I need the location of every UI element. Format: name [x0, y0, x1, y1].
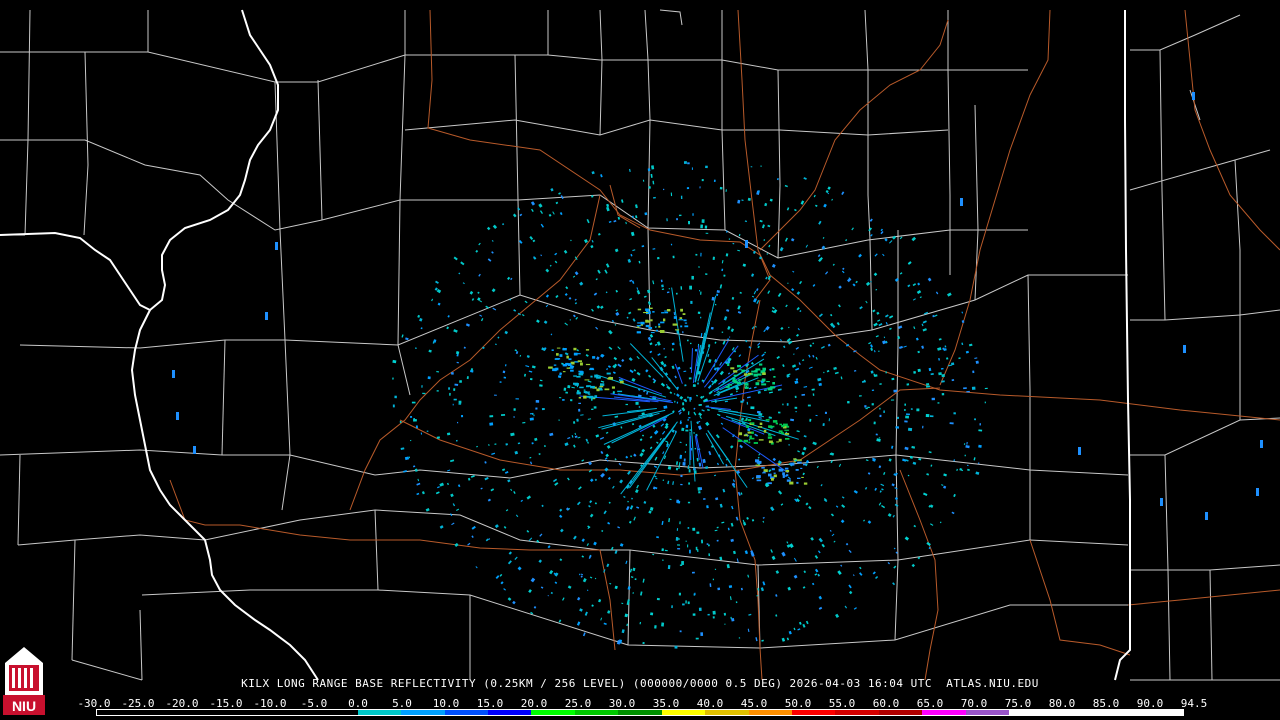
- scale-swatch: [183, 710, 228, 715]
- product-title: KILX LONG RANGE BASE REFLECTIVITY (0.25K…: [241, 677, 1039, 690]
- color-scale-bar: [96, 709, 1184, 716]
- scale-swatch: [1009, 710, 1053, 715]
- scale-swatch: [1096, 710, 1140, 715]
- scale-swatch: [618, 710, 662, 715]
- scale-swatch: [1139, 710, 1183, 715]
- color-scale-labels: -30.0 -25.0 -20.0 -15.0 -10.0 -5.0 0.0 5.0 10.0 1…: [77, 697, 1207, 710]
- radar-echoes: [172, 92, 1263, 649]
- scale-swatch: [574, 710, 619, 715]
- scale-swatch: [922, 710, 966, 715]
- county-boundaries: [0, 9, 1280, 681]
- scale-swatch: [705, 710, 749, 715]
- scale-swatch: [401, 710, 445, 715]
- scale-swatch: [444, 710, 488, 715]
- svg-text:NIU: NIU: [12, 698, 36, 714]
- highways: [169, 9, 1280, 681]
- scale-swatch: [748, 710, 792, 715]
- scale-swatch: [97, 710, 141, 715]
- scale-swatch: [357, 710, 402, 715]
- scale-swatch: [270, 710, 315, 715]
- radar-map: [0, 9, 1280, 681]
- scale-swatch: [314, 710, 358, 715]
- scale-swatch: [1052, 710, 1097, 715]
- scale-swatch: [661, 710, 706, 715]
- scale-swatch: [487, 710, 532, 715]
- scale-swatch: [140, 710, 184, 715]
- scale-swatch: [531, 710, 575, 715]
- scale-swatch: [878, 710, 923, 715]
- scale-swatch: [965, 710, 1010, 715]
- scale-swatch: [227, 710, 271, 715]
- scale-label: 94.5: [1180, 697, 1208, 710]
- scale-swatch: [792, 710, 836, 715]
- scale-swatch: [835, 710, 879, 715]
